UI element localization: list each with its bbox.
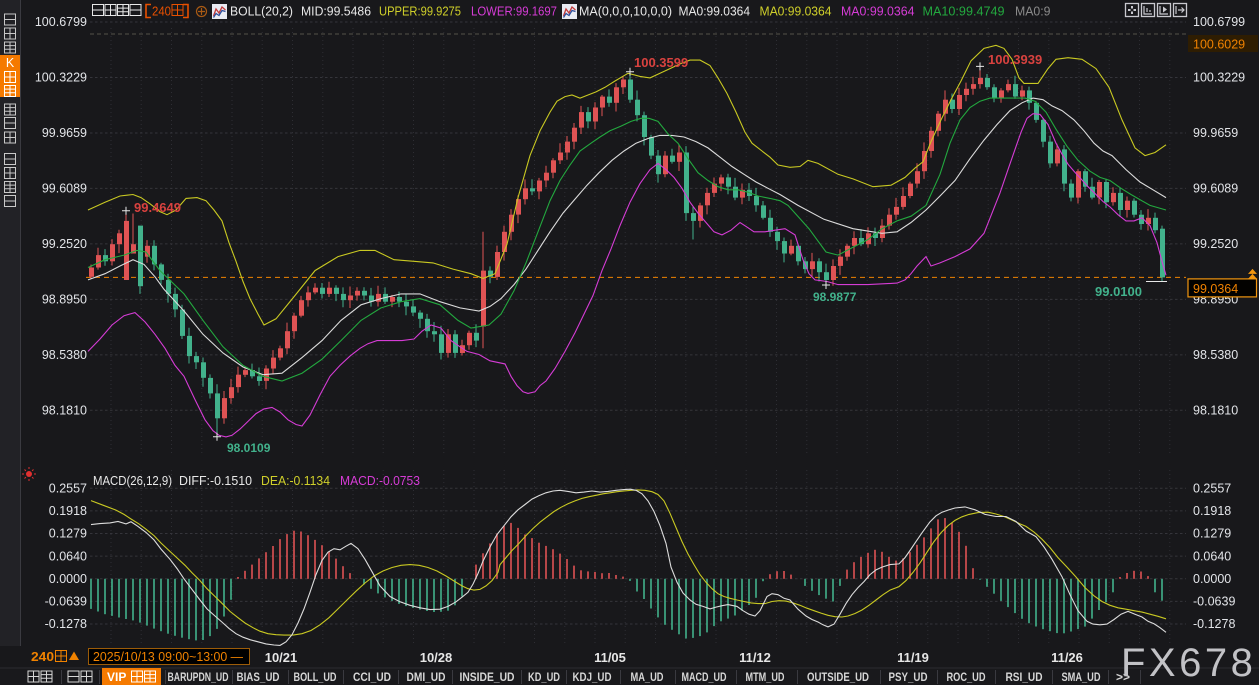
- svg-text:0.2557: 0.2557: [49, 482, 87, 496]
- svg-text:99.2520: 99.2520: [42, 237, 87, 251]
- svg-text:MA0:9: MA0:9: [1015, 5, 1051, 19]
- svg-text:0.1918: 0.1918: [1193, 504, 1231, 518]
- svg-text:98.5380: 98.5380: [42, 348, 87, 362]
- svg-text:100.3229: 100.3229: [1193, 71, 1245, 85]
- svg-text:RSI_UD: RSI_UD: [1006, 672, 1043, 684]
- svg-text:MTM_UD: MTM_UD: [746, 672, 785, 684]
- svg-text:BOLL(20,2): BOLL(20,2): [230, 5, 293, 19]
- svg-text:BOLL_UD: BOLL_UD: [294, 672, 337, 684]
- svg-text:MACD:-0.0753: MACD:-0.0753: [340, 474, 420, 488]
- svg-text:MID:99.5486: MID:99.5486: [301, 5, 371, 19]
- svg-text:98.9877: 98.9877: [813, 290, 857, 304]
- svg-text:98.8950: 98.8950: [42, 293, 87, 307]
- svg-text:11/26: 11/26: [1051, 650, 1083, 665]
- svg-text:MACD(26,12,9): MACD(26,12,9): [93, 474, 172, 488]
- svg-text:0.1279: 0.1279: [49, 527, 87, 541]
- svg-text:MA10:99.4749: MA10:99.4749: [923, 5, 1005, 19]
- svg-text:100.6799: 100.6799: [1193, 15, 1245, 29]
- svg-text:OUTSIDE_UD: OUTSIDE_UD: [807, 672, 869, 684]
- svg-text:-0.1278: -0.1278: [1193, 617, 1235, 631]
- svg-text:0.1279: 0.1279: [1193, 527, 1231, 541]
- svg-text:ROC_UD: ROC_UD: [947, 672, 986, 684]
- svg-text:99.4649: 99.4649: [134, 200, 181, 215]
- svg-text:INSIDE_UD: INSIDE_UD: [460, 672, 515, 684]
- svg-text:98.1810: 98.1810: [1193, 404, 1238, 418]
- svg-text:CCI_UD: CCI_UD: [353, 672, 391, 684]
- svg-text:98.1810: 98.1810: [42, 404, 87, 418]
- svg-text:BARUPDN_UD: BARUPDN_UD: [168, 672, 229, 684]
- svg-text:98.0109: 98.0109: [227, 441, 271, 455]
- svg-text:PSY_UD: PSY_UD: [889, 672, 928, 684]
- svg-text:0.0000: 0.0000: [1193, 572, 1231, 586]
- svg-text:240: 240: [31, 649, 54, 664]
- svg-text:-0.0639: -0.0639: [45, 595, 87, 609]
- svg-text:100.6799: 100.6799: [35, 15, 87, 29]
- svg-text:99.9659: 99.9659: [42, 126, 87, 140]
- svg-text:10/28: 10/28: [420, 650, 453, 665]
- svg-text:11/05: 11/05: [594, 650, 626, 665]
- svg-text:K: K: [6, 56, 15, 70]
- svg-text:DIFF:-0.1510: DIFF:-0.1510: [179, 474, 252, 488]
- svg-text:MA0:99.0364: MA0:99.0364: [841, 5, 915, 19]
- svg-text:KDJ_UD: KDJ_UD: [573, 672, 612, 684]
- svg-text:99.9659: 99.9659: [1193, 126, 1238, 140]
- svg-text:FX678: FX678: [1121, 641, 1256, 685]
- svg-text:MACD_UD: MACD_UD: [682, 672, 727, 684]
- svg-text:240: 240: [152, 4, 171, 19]
- svg-text:VIP: VIP: [107, 670, 126, 684]
- svg-text:0.2557: 0.2557: [1193, 482, 1231, 496]
- svg-text:99.0364: 99.0364: [1193, 282, 1238, 296]
- svg-text:100.3229: 100.3229: [35, 71, 87, 85]
- svg-text:99.0100: 99.0100: [1095, 284, 1142, 299]
- svg-text:0.1918: 0.1918: [49, 504, 87, 518]
- svg-text:10/21: 10/21: [265, 650, 298, 665]
- svg-text:0.0640: 0.0640: [1193, 549, 1231, 563]
- svg-text:MA_UD: MA_UD: [631, 672, 664, 684]
- svg-text:LOWER:99.1697: LOWER:99.1697: [471, 5, 557, 19]
- svg-text:-0.1278: -0.1278: [45, 617, 87, 631]
- svg-text:-0.0639: -0.0639: [1193, 595, 1235, 609]
- svg-text:MA0:99.0364: MA0:99.0364: [679, 5, 751, 19]
- svg-text:DEA:-0.1134: DEA:-0.1134: [261, 474, 330, 488]
- svg-text:0.0000: 0.0000: [49, 572, 87, 586]
- svg-text:11/12: 11/12: [739, 650, 771, 665]
- svg-text:MA0:99.0364: MA0:99.0364: [760, 5, 832, 19]
- svg-text:0.0640: 0.0640: [49, 549, 87, 563]
- svg-text:11/19: 11/19: [897, 650, 929, 665]
- svg-text:KD_UD: KD_UD: [528, 672, 560, 684]
- svg-text:100.3939: 100.3939: [988, 52, 1042, 67]
- svg-text:SMA_UD: SMA_UD: [1062, 672, 1101, 684]
- svg-text:100.6029: 100.6029: [1193, 38, 1245, 52]
- svg-text:100.3599: 100.3599: [634, 55, 688, 70]
- svg-text:98.5380: 98.5380: [1193, 348, 1238, 362]
- svg-text:99.6089: 99.6089: [42, 182, 87, 196]
- svg-text:99.6089: 99.6089: [1193, 182, 1238, 196]
- svg-text:99.2520: 99.2520: [1193, 237, 1238, 251]
- svg-text:UPPER:99.9275: UPPER:99.9275: [379, 5, 461, 19]
- svg-text:2025/10/13 09:00~13:00 —: 2025/10/13 09:00~13:00 —: [93, 650, 243, 664]
- svg-text:MA(0,0,0,10,0,0): MA(0,0,0,10,0,0): [579, 5, 672, 19]
- svg-text:BIAS_UD: BIAS_UD: [237, 672, 280, 684]
- svg-text:DMI_UD: DMI_UD: [407, 672, 446, 684]
